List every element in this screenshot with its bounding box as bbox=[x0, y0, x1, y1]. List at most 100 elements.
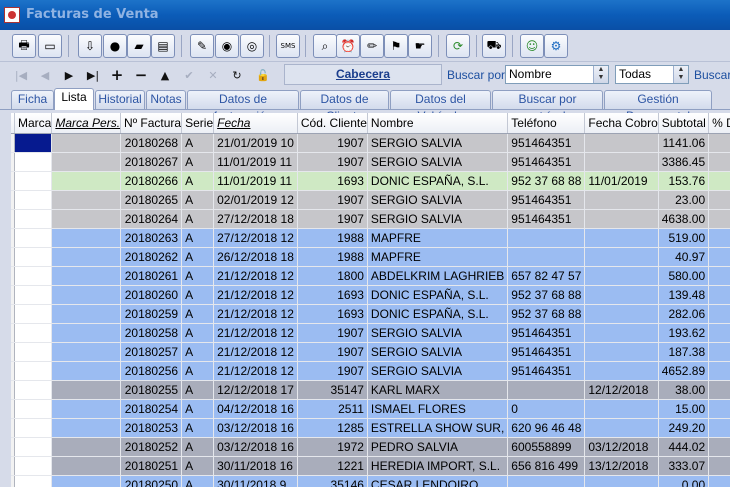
cell-fecha[interactable]: 21/01/2019 10 bbox=[213, 133, 298, 153]
cell-telefono[interactable]: 951464351 bbox=[507, 133, 586, 153]
cell-fecha-cobro[interactable] bbox=[584, 323, 659, 343]
cell-dto[interactable] bbox=[708, 342, 730, 362]
cell-serie[interactable]: A bbox=[181, 323, 215, 343]
cell-dto[interactable] bbox=[708, 456, 730, 476]
col-n-factura[interactable]: Nº Factura bbox=[120, 113, 183, 134]
cd-icon[interactable]: ◎ bbox=[240, 34, 264, 58]
cell-cod-cliente[interactable]: 1907 bbox=[297, 342, 368, 362]
money-icon[interactable]: ▰ bbox=[127, 34, 151, 58]
cell-n-factura[interactable]: 20180262 bbox=[120, 247, 183, 267]
col-marca[interactable]: Marca bbox=[14, 113, 53, 134]
cell-subtotal[interactable]: 139.48 bbox=[658, 285, 710, 305]
cell-telefono[interactable]: 951464351 bbox=[507, 190, 586, 210]
coins-icon[interactable]: ● bbox=[103, 34, 127, 58]
cell-cod-cliente[interactable]: 1972 bbox=[297, 437, 368, 457]
table-row[interactable]: 20180251 A 30/11/2018 16 1221 HEREDIA IMPORT… bbox=[11, 456, 730, 476]
print-icon[interactable]: 🖶 bbox=[12, 34, 36, 58]
filter-select[interactable]: Todas ▲ ▼ bbox=[615, 65, 689, 84]
cell-telefono[interactable]: 952 37 68 88 bbox=[507, 171, 586, 191]
cell-subtotal[interactable]: 519.00 bbox=[658, 228, 710, 248]
cell-fecha-cobro[interactable]: 11/01/2019 bbox=[584, 171, 659, 191]
cell-marca-pers[interactable] bbox=[51, 266, 122, 286]
cell-marca-pers[interactable] bbox=[51, 228, 122, 248]
row-indicator[interactable] bbox=[11, 418, 15, 438]
cell-fecha-cobro[interactable] bbox=[584, 266, 659, 286]
row-indicator[interactable] bbox=[11, 437, 15, 457]
export-icon[interactable]: ⇩ bbox=[78, 34, 102, 58]
row-indicator[interactable] bbox=[11, 209, 15, 229]
cell-nombre[interactable]: DONIC ESPAÑA, S.L. bbox=[367, 171, 509, 191]
pencil-icon[interactable]: ✏ bbox=[360, 34, 384, 58]
cell-telefono[interactable]: 951464351 bbox=[507, 152, 586, 172]
cell-cod-cliente[interactable]: 1907 bbox=[297, 209, 368, 229]
cell-n-factura[interactable]: 20180258 bbox=[120, 323, 183, 343]
cell-cod-cliente[interactable]: 1907 bbox=[297, 361, 368, 381]
cell-subtotal[interactable]: 15.00 bbox=[658, 399, 710, 419]
table-row[interactable]: 20180264 A 27/12/2018 18 1907 SERGIO SALVIA 9… bbox=[11, 209, 730, 229]
cell-subtotal[interactable]: 249.20 bbox=[658, 418, 710, 438]
cell-marca-pers[interactable] bbox=[51, 171, 122, 191]
row-indicator[interactable] bbox=[11, 228, 15, 248]
cell-fecha[interactable]: 21/12/2018 12 bbox=[213, 304, 298, 324]
cell-fecha-cobro[interactable]: 13/12/2018 bbox=[584, 456, 659, 476]
pointer-icon[interactable]: ☛ bbox=[408, 34, 432, 58]
cell-marca[interactable] bbox=[14, 456, 53, 476]
cell-marca[interactable] bbox=[14, 342, 53, 362]
col-fecha[interactable]: Fecha bbox=[213, 113, 298, 134]
cell-fecha-cobro[interactable] bbox=[584, 418, 659, 438]
cell-marca-pers[interactable] bbox=[51, 285, 122, 305]
last-record-icon[interactable]: ▶| bbox=[82, 65, 104, 85]
cell-fecha[interactable]: 02/01/2019 12 bbox=[213, 190, 298, 210]
cell-subtotal[interactable]: 4638.00 bbox=[658, 209, 710, 229]
cell-fecha[interactable]: 12/12/2018 17 bbox=[213, 380, 298, 400]
delete-record-icon[interactable]: − bbox=[130, 65, 152, 85]
cell-marca[interactable] bbox=[14, 399, 53, 419]
cell-fecha-cobro[interactable] bbox=[584, 209, 659, 229]
cell-nombre[interactable]: SERGIO SALVIA bbox=[367, 342, 509, 362]
cell-nombre[interactable]: ABDELKRIM LAGHRIEB bbox=[367, 266, 509, 286]
table-row[interactable]: 20180263A27/12/2018 121988MAPFRE 519.001 bbox=[11, 228, 730, 248]
col-telefono[interactable]: Teléfono bbox=[507, 113, 586, 134]
cell-marca-pers[interactable] bbox=[51, 418, 122, 438]
cell-nombre[interactable]: SERGIO SALVIA bbox=[367, 133, 509, 153]
cell-fecha[interactable]: 30/11/2018 16 bbox=[213, 456, 298, 476]
flag-icon[interactable]: ⚑ bbox=[384, 34, 408, 58]
cell-fecha[interactable]: 21/12/2018 12 bbox=[213, 285, 298, 305]
cell-nombre[interactable]: SERGIO SALVIA bbox=[367, 323, 509, 343]
cell-subtotal[interactable]: 38.00 bbox=[658, 380, 710, 400]
cell-fecha-cobro[interactable] bbox=[584, 399, 659, 419]
cell-marca[interactable] bbox=[14, 285, 53, 305]
cell-subtotal[interactable]: 0.00 bbox=[658, 475, 710, 487]
col-subtotal[interactable]: Subtotal bbox=[658, 113, 710, 134]
cell-serie[interactable]: A bbox=[181, 209, 215, 229]
cell-cod-cliente[interactable]: 1221 bbox=[297, 456, 368, 476]
cell-dto[interactable]: 1 bbox=[708, 228, 730, 248]
post-icon[interactable]: ✔ bbox=[178, 65, 200, 85]
cell-serie[interactable]: A bbox=[181, 361, 215, 381]
cell-marca-pers[interactable] bbox=[51, 399, 122, 419]
sms-icon[interactable]: SMS bbox=[276, 34, 300, 58]
cell-marca[interactable] bbox=[14, 171, 53, 191]
cell-telefono[interactable]: 656 816 499 bbox=[507, 456, 586, 476]
cell-cod-cliente[interactable]: 1693 bbox=[297, 171, 368, 191]
cell-dto[interactable] bbox=[708, 171, 730, 191]
tab-notas[interactable]: Notas bbox=[146, 90, 186, 109]
user-icon[interactable]: ☺ bbox=[520, 34, 544, 58]
cell-marca[interactable] bbox=[14, 266, 53, 286]
tab-datos-cliente[interactable]: Datos de Cliente bbox=[300, 90, 389, 123]
chevron-down-icon[interactable]: ▲ ▼ bbox=[673, 66, 688, 83]
cell-dto[interactable] bbox=[708, 190, 730, 210]
cell-dto[interactable] bbox=[708, 380, 730, 400]
preview-icon[interactable]: ▭ bbox=[38, 34, 62, 58]
cell-dto[interactable] bbox=[708, 323, 730, 343]
cell-nombre[interactable]: HEREDIA IMPORT, S.L. bbox=[367, 456, 509, 476]
next-record-icon[interactable]: ▶ bbox=[58, 65, 80, 85]
cell-dto[interactable] bbox=[708, 285, 730, 305]
cell-marca[interactable] bbox=[14, 152, 53, 172]
cell-marca-pers[interactable] bbox=[51, 152, 122, 172]
row-indicator[interactable] bbox=[11, 456, 15, 476]
cell-nombre[interactable]: SERGIO SALVIA bbox=[367, 152, 509, 172]
cell-telefono[interactable]: 600558899 bbox=[507, 437, 586, 457]
cell-nombre[interactable]: ISMAEL FLORES bbox=[367, 399, 509, 419]
cell-dto[interactable] bbox=[708, 266, 730, 286]
